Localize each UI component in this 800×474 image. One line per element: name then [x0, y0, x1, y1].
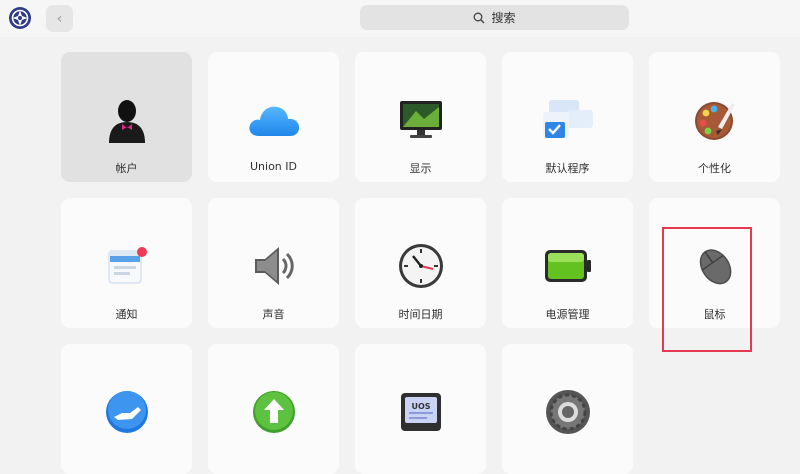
search-icon — [474, 12, 485, 23]
tile-account[interactable]: 帐户 — [61, 52, 192, 182]
tile-sound[interactable]: 声音 — [208, 198, 339, 328]
tile-default-apps[interactable]: 默认程序 — [502, 52, 633, 182]
speaker-icon — [246, 238, 302, 294]
tile-datetime[interactable]: 时间日期 — [355, 198, 486, 328]
default-apps-icon — [540, 92, 596, 148]
tile-label: Union ID — [250, 160, 297, 173]
tile-power[interactable]: 电源管理 — [502, 198, 633, 328]
tile-label: 默认程序 — [545, 162, 590, 175]
tile-label: 个性化 — [698, 162, 731, 175]
battery-icon — [540, 238, 596, 294]
title-bar: ‹ 搜索 — [0, 0, 800, 37]
tile-label: 通知 — [115, 308, 138, 321]
search-placeholder: 搜索 — [491, 11, 516, 25]
general-settings-gear-icon — [540, 384, 596, 440]
back-button[interactable]: ‹ — [46, 5, 73, 32]
svg-text:UOS: UOS — [411, 402, 430, 411]
palette-icon — [687, 92, 743, 148]
tile-label: 时间日期 — [398, 308, 443, 321]
control-center-logo-icon[interactable] — [8, 6, 32, 30]
tile-label: 声音 — [262, 308, 285, 321]
tile-notification[interactable]: 通知 — [61, 198, 192, 328]
tile-union-id[interactable]: Union ID — [208, 52, 339, 182]
tile-label: 显示 — [409, 162, 432, 175]
update-arrow-icon — [246, 384, 302, 440]
selection-highlight-box — [662, 227, 752, 352]
clock-icon — [393, 238, 449, 294]
display-icon — [393, 92, 449, 148]
tile-system-info[interactable]: UOS — [355, 344, 486, 474]
tile-label: 帐户 — [115, 162, 138, 175]
tile-general-settings[interactable] — [502, 344, 633, 474]
tile-label: 电源管理 — [545, 308, 590, 321]
cloud-icon — [246, 92, 302, 148]
chevron-left-icon: ‹ — [56, 10, 63, 27]
tile-display[interactable]: 显示 — [355, 52, 486, 182]
tile-update[interactable] — [208, 344, 339, 474]
search-input[interactable]: 搜索 — [360, 5, 629, 30]
tile-personalization[interactable]: 个性化 — [649, 52, 780, 182]
notification-icon — [99, 238, 155, 294]
account-icon — [99, 92, 155, 148]
assistance-hand-icon — [99, 384, 155, 440]
tile-assistance[interactable] — [61, 344, 192, 474]
uos-system-info-icon: UOS — [393, 384, 449, 440]
